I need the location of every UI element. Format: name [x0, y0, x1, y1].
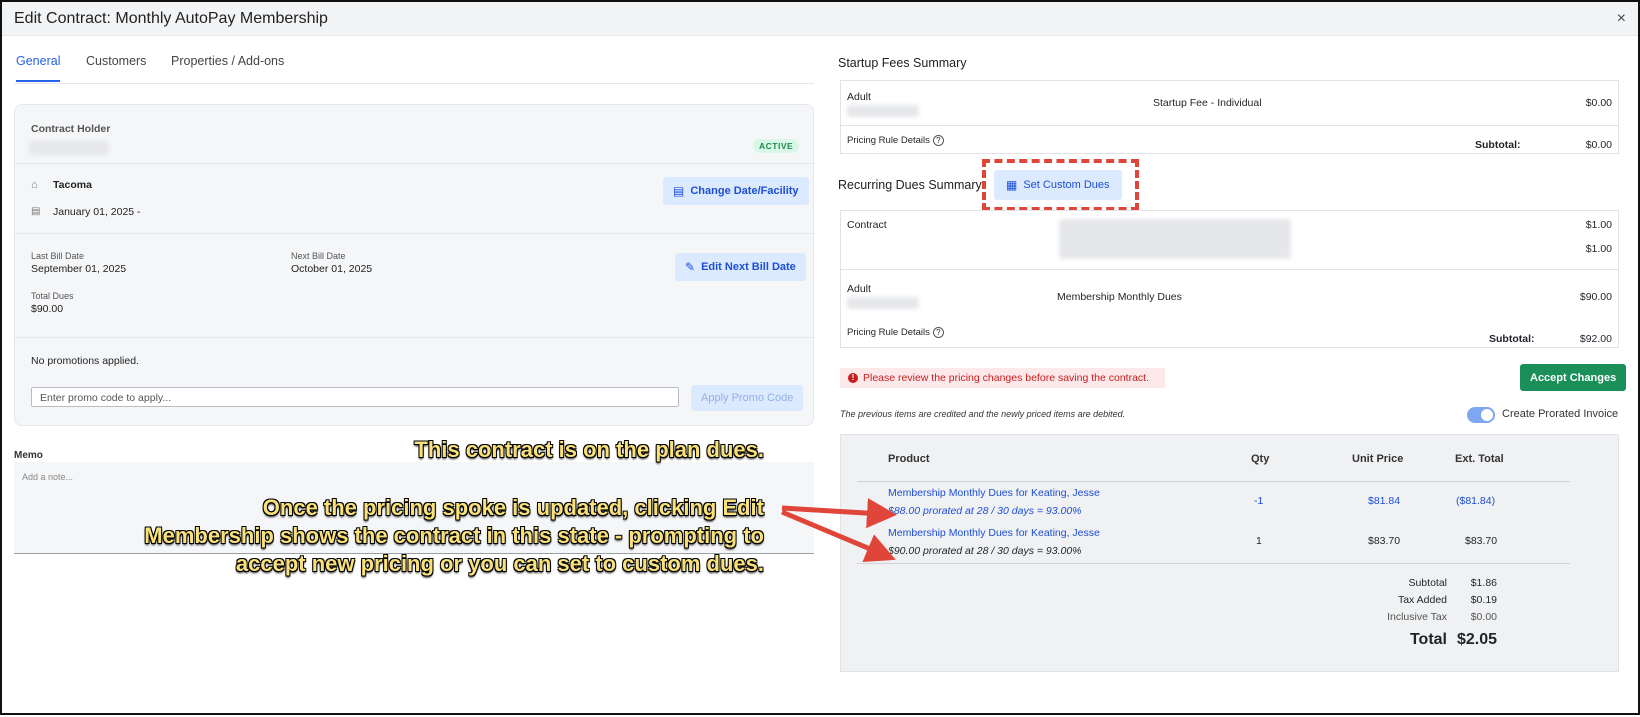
callout-line-1: Once the pricing spoke is updated, click…: [262, 495, 764, 520]
row1-ext: ($81.84): [1456, 495, 1496, 507]
credit-debit-note: The previous items are credited and the …: [840, 409, 1126, 419]
tax-label: Tax Added: [1397, 594, 1447, 606]
inclusive-tax-value: $0.00: [1470, 611, 1497, 623]
edit-next-bill-label: Edit Next Bill Date: [701, 261, 796, 273]
status-badge: ACTIVE: [753, 139, 800, 153]
startup-subtotal-label: Subtotal:: [1475, 139, 1521, 151]
tab-bar: General Customers Properties / Add-ons: [14, 54, 814, 84]
recurring-who: Adult: [847, 283, 871, 295]
tab-customers[interactable]: Customers: [86, 54, 146, 80]
pricing-rule-label: Pricing Rule Details: [847, 135, 930, 146]
home-icon: ⌂: [31, 179, 38, 191]
title-bar: Edit Contract: Monthly AutoPay Membershi…: [2, 2, 1638, 36]
dialog-window: Edit Contract: Monthly AutoPay Membershi…: [0, 0, 1640, 715]
contract-label: Contract: [847, 219, 887, 231]
change-date-facility-label: Change Date/Facility: [690, 185, 799, 197]
row1-qty: -1: [1254, 495, 1264, 507]
dialog-title: Edit Contract: Monthly AutoPay Membershi…: [14, 10, 328, 27]
help-icon[interactable]: ?: [932, 327, 944, 338]
redacted-contract-items: [1059, 219, 1291, 259]
callout-plan-dues: This contract is on the plan dues.: [414, 437, 764, 462]
recurring-amount: $90.00: [1579, 291, 1612, 303]
total-value: $2.05: [1456, 631, 1497, 648]
next-bill-label: Next Bill Date: [291, 251, 346, 261]
contract-amount-2: $1.00: [1585, 243, 1612, 255]
recurring-subtotal: $92.00: [1579, 333, 1612, 345]
recurring-item: Membership Monthly Dues: [1057, 291, 1182, 303]
contract-holder-card: Contract Holder ACTIVE ⌂ Tacoma ▤ Januar…: [14, 104, 815, 426]
col-product: Product: [888, 453, 930, 465]
pencil-icon: ✎: [685, 260, 696, 274]
subtotal-label: Subtotal: [1408, 577, 1447, 589]
recurring-pricing-rule-details[interactable]: Pricing Rule Details?: [847, 327, 944, 338]
contract-date: January 01, 2025 -: [53, 206, 141, 218]
row1-detail: $88.00 prorated at 28 / 30 days = 93.00%: [888, 505, 1082, 517]
tab-general[interactable]: General: [16, 54, 61, 82]
change-date-facility-button[interactable]: ▤ Change Date/Facility: [663, 177, 809, 205]
pricing-rule-label: Pricing Rule Details: [847, 327, 930, 338]
startup-subtotal: $0.00: [1585, 139, 1612, 151]
pricing-alert: ! Please review the pricing changes befo…: [840, 368, 1165, 388]
startup-fees-panel: Adult Startup Fee - Individual $0.00 Pri…: [840, 80, 1619, 154]
row1-product-link[interactable]: Membership Monthly Dues for Keating, Jes…: [888, 487, 1100, 499]
create-prorated-invoice-toggle[interactable]: [1467, 407, 1495, 423]
recurring-dues-panel: Contract $1.00 $1.00 Adult Membership Mo…: [840, 210, 1619, 348]
next-bill-date: October 01, 2025: [291, 263, 373, 275]
tab-properties-addons[interactable]: Properties / Add-ons: [171, 54, 284, 80]
startup-amount: $0.00: [1585, 97, 1612, 109]
last-bill-label: Last Bill Date: [31, 251, 85, 261]
startup-pricing-rule-details[interactable]: Pricing Rule Details?: [847, 135, 944, 146]
subtotal-value: $1.86: [1470, 577, 1497, 589]
calendar-icon: ▤: [673, 184, 685, 198]
help-icon[interactable]: ?: [932, 135, 944, 146]
facility-name: Tacoma: [53, 179, 92, 191]
inclusive-tax-label: Inclusive Tax: [1387, 611, 1447, 623]
alert-text: Please review the pricing changes before…: [863, 372, 1149, 384]
calendar-icon: ▤: [31, 206, 41, 217]
col-ext-total: Ext. Total: [1455, 453, 1504, 465]
callout-line-3: accept new pricing or you can set to cus…: [235, 551, 764, 576]
col-unit-price: Unit Price: [1352, 453, 1404, 465]
callout-pricing-updated: Once the pricing spoke is updated, click…: [42, 494, 764, 578]
recurring-dues-title: Recurring Dues Summary: [838, 178, 982, 192]
edit-next-bill-date-button[interactable]: ✎ Edit Next Bill Date: [675, 253, 806, 281]
row2-ext: $83.70: [1465, 535, 1498, 547]
startup-item: Startup Fee - Individual: [1153, 97, 1262, 109]
memo-placeholder: Add a note...: [22, 472, 74, 482]
row2-qty: 1: [1256, 535, 1262, 547]
startup-fees-title: Startup Fees Summary: [838, 56, 967, 70]
contract-holder-label: Contract Holder: [31, 123, 111, 135]
memo-label: Memo: [14, 450, 43, 461]
row2-product-link[interactable]: Membership Monthly Dues for Keating, Jes…: [888, 527, 1100, 539]
accept-changes-button[interactable]: Accept Changes: [1520, 364, 1627, 391]
contract-amount-1: $1.00: [1585, 219, 1612, 231]
row2-unit: $83.70: [1368, 535, 1401, 547]
total-label: Total: [1409, 631, 1447, 648]
close-icon[interactable]: ×: [1617, 10, 1626, 28]
create-prorated-invoice-label: Create Prorated Invoice: [1502, 408, 1619, 420]
tax-value: $0.19: [1470, 594, 1497, 606]
redacted-holder-name: [29, 141, 109, 155]
prorated-invoice-table: Product Qty Unit Price Ext. Total Member…: [840, 434, 1619, 672]
startup-who: Adult: [847, 91, 871, 103]
apply-promo-code-button[interactable]: Apply Promo Code: [691, 385, 804, 411]
col-qty: Qty: [1251, 453, 1270, 465]
promo-code-input[interactable]: Enter promo code to apply...: [31, 387, 679, 407]
total-dues-label: Total Dues: [31, 291, 74, 301]
row2-detail: $90.00 prorated at 28 / 30 days = 93.00%: [888, 545, 1082, 557]
promotions-status: No promotions applied.: [31, 355, 139, 367]
redacted-name: [847, 297, 919, 309]
total-dues-value: $90.00: [31, 303, 64, 315]
redacted-name: [847, 105, 919, 117]
last-bill-date: September 01, 2025: [31, 263, 127, 275]
row1-unit: $81.84: [1368, 495, 1401, 507]
alert-icon: !: [848, 373, 858, 383]
callout-line-2: Membership shows the contract in this st…: [144, 523, 764, 548]
recurring-subtotal-label: Subtotal:: [1489, 333, 1535, 345]
highlight-box: [982, 159, 1139, 211]
